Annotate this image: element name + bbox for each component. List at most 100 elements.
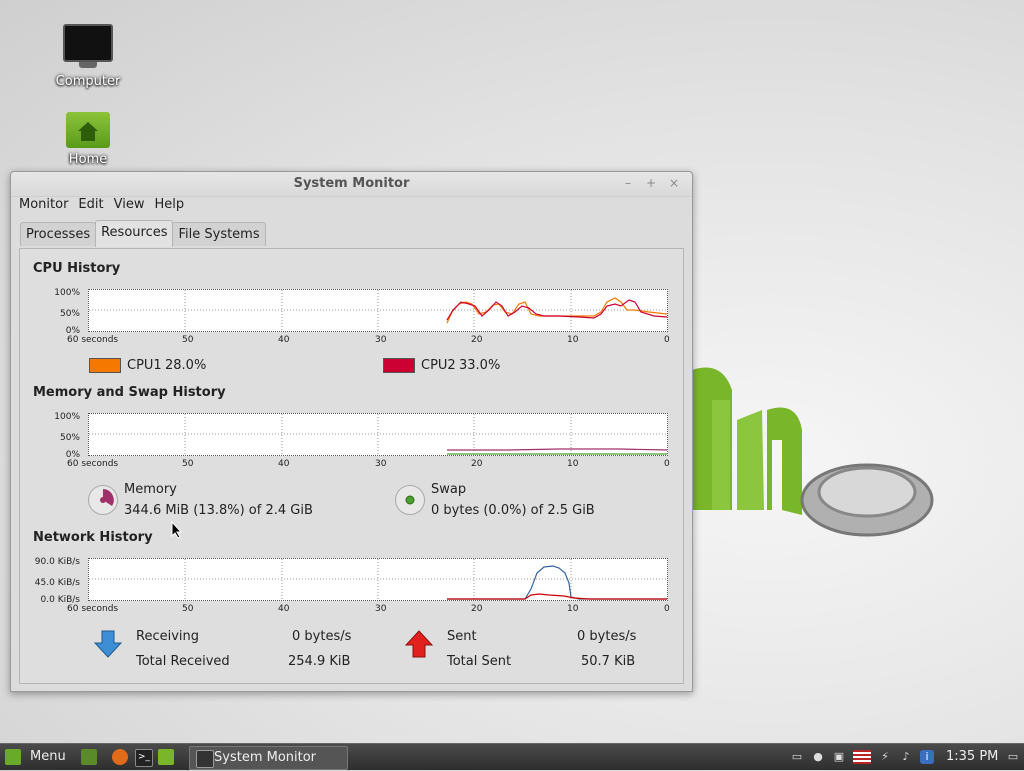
close-button[interactable]: × (667, 176, 681, 190)
x-tick: 10 (567, 459, 579, 469)
x-tick: 10 (567, 335, 579, 345)
menu-view[interactable]: View (110, 197, 149, 213)
workspace-switcher-icon[interactable]: ▭ (1006, 750, 1020, 764)
cpu1-label: CPU1 (127, 358, 162, 373)
show-desktop-icon[interactable] (81, 749, 97, 765)
total-received-label: Total Received (136, 654, 230, 669)
network-graph-svg (89, 559, 667, 600)
x-tick: 60 seconds (67, 459, 119, 469)
x-tick: 50 (182, 604, 194, 614)
swap-value: 0 bytes (0.0%) of 2.5 GiB (431, 503, 595, 518)
x-tick: 40 (278, 604, 290, 614)
swap-pie-svg (405, 495, 415, 505)
tray-applet-icon[interactable]: ▣ (832, 750, 846, 764)
resources-panel: CPU History 100% 50% 0% 60 seconds 50 40… (19, 248, 684, 684)
computer-icon-stand (79, 62, 97, 68)
home-folder-icon (66, 112, 110, 148)
memory-graph-svg (89, 414, 667, 455)
desktop-icon-home[interactable]: Home (48, 112, 128, 167)
download-arrow-icon[interactable] (93, 629, 123, 659)
system-monitor-icon (196, 750, 214, 768)
taskbar-window-label: System Monitor (214, 750, 317, 765)
x-tick: 0 (664, 459, 670, 469)
cpu-graph-svg (89, 290, 667, 331)
cpu2-value: 33.0% (459, 358, 501, 373)
x-tick: 50 (182, 335, 194, 345)
x-tick: 30 (375, 604, 387, 614)
x-tick: 30 (375, 335, 387, 345)
computer-icon (63, 24, 113, 62)
tab-bar: Processes Resources File Systems (20, 220, 266, 247)
memory-history-title: Memory and Swap History (33, 385, 226, 400)
x-tick: 40 (278, 459, 290, 469)
mint-menu-icon[interactable] (5, 749, 21, 765)
network-icon[interactable]: ⚡ (878, 750, 892, 764)
mouse-pointer-icon (171, 521, 183, 539)
y-tick: 50% (59, 309, 80, 319)
firefox-icon[interactable] (112, 749, 128, 765)
x-tick: 50 (182, 459, 194, 469)
sent-value: 0 bytes/s (577, 629, 637, 644)
upload-arrow-icon[interactable] (404, 629, 434, 659)
update-shield-icon[interactable]: i (920, 750, 934, 764)
swap-label: Swap (431, 482, 467, 497)
window-title: System Monitor (293, 176, 410, 191)
memory-pie-svg (100, 489, 114, 506)
swap-pie-icon[interactable] (395, 485, 425, 515)
network-history-graph (88, 558, 668, 601)
maximize-button[interactable]: + (644, 176, 658, 190)
x-tick: 10 (567, 604, 579, 614)
network-history-title: Network History (33, 530, 153, 545)
mint-wallpaper-logo-icon (692, 367, 934, 537)
memory-history-graph (88, 413, 668, 456)
volume-icon[interactable]: ♪ (899, 750, 913, 764)
cpu2-label: CPU2 (421, 358, 456, 373)
x-tick: 60 seconds (67, 335, 119, 345)
menu-edit[interactable]: Edit (74, 197, 107, 213)
tray-removable-icon[interactable]: ▭ (790, 750, 804, 764)
taskbar-window-button[interactable]: System Monitor (189, 746, 348, 770)
total-sent-value: 50.7 KiB (581, 654, 636, 669)
receiving-value: 0 bytes/s (292, 629, 352, 644)
x-tick: 0 (664, 604, 670, 614)
taskbar: Menu >_ System Monitor ▭ ● ▣ ⚡ ♪ i 1:35 … (0, 743, 1024, 770)
menubar: Monitor Edit View Help (15, 197, 190, 217)
minimize-button[interactable]: – (621, 176, 635, 190)
cpu1-color-button[interactable] (89, 358, 121, 373)
tab-processes[interactable]: Processes (20, 222, 97, 246)
x-tick: 20 (471, 335, 483, 345)
tab-resources[interactable]: Resources (95, 220, 174, 247)
system-monitor-window: System Monitor – + × Monitor Edit View Help… (10, 171, 693, 692)
memory-label: Memory (124, 482, 177, 497)
total-sent-label: Total Sent (447, 654, 512, 669)
total-received-value: 254.9 KiB (288, 654, 351, 669)
window-titlebar[interactable]: System Monitor – + × (11, 172, 692, 197)
cpu-history-graph (88, 289, 668, 332)
x-tick: 0 (664, 335, 670, 345)
y-tick: 100% (54, 412, 80, 422)
y-tick: 50% (59, 433, 80, 443)
user-icon[interactable]: ● (811, 750, 825, 764)
receiving-label: Receiving (136, 629, 200, 644)
desktop-icon-label: Computer (55, 74, 121, 89)
menu-help[interactable]: Help (150, 197, 188, 213)
memory-value: 344.6 MiB (13.8%) of 2.4 GiB (124, 503, 313, 518)
tab-file-systems[interactable]: File Systems (172, 222, 266, 246)
memory-pie-icon[interactable] (88, 485, 118, 515)
x-tick: 20 (471, 459, 483, 469)
menu-monitor[interactable]: Monitor (15, 197, 72, 213)
y-tick: 45.0 KiB/s (34, 578, 80, 588)
menu-button[interactable]: Menu (30, 744, 66, 770)
clock[interactable]: 1:35 PM (946, 744, 998, 770)
cpu-history-title: CPU History (33, 261, 121, 276)
desktop-icon-computer[interactable]: Computer (48, 24, 128, 89)
files-icon[interactable] (158, 749, 174, 765)
y-tick: 90.0 KiB/s (34, 557, 80, 567)
x-tick: 40 (278, 335, 290, 345)
keyboard-layout-flag-icon[interactable] (853, 750, 871, 764)
cpu2-color-button[interactable] (383, 358, 415, 373)
x-tick: 60 seconds (67, 604, 119, 614)
x-tick: 20 (471, 604, 483, 614)
cpu1-value: 28.0% (165, 358, 207, 373)
terminal-icon[interactable]: >_ (135, 749, 153, 767)
